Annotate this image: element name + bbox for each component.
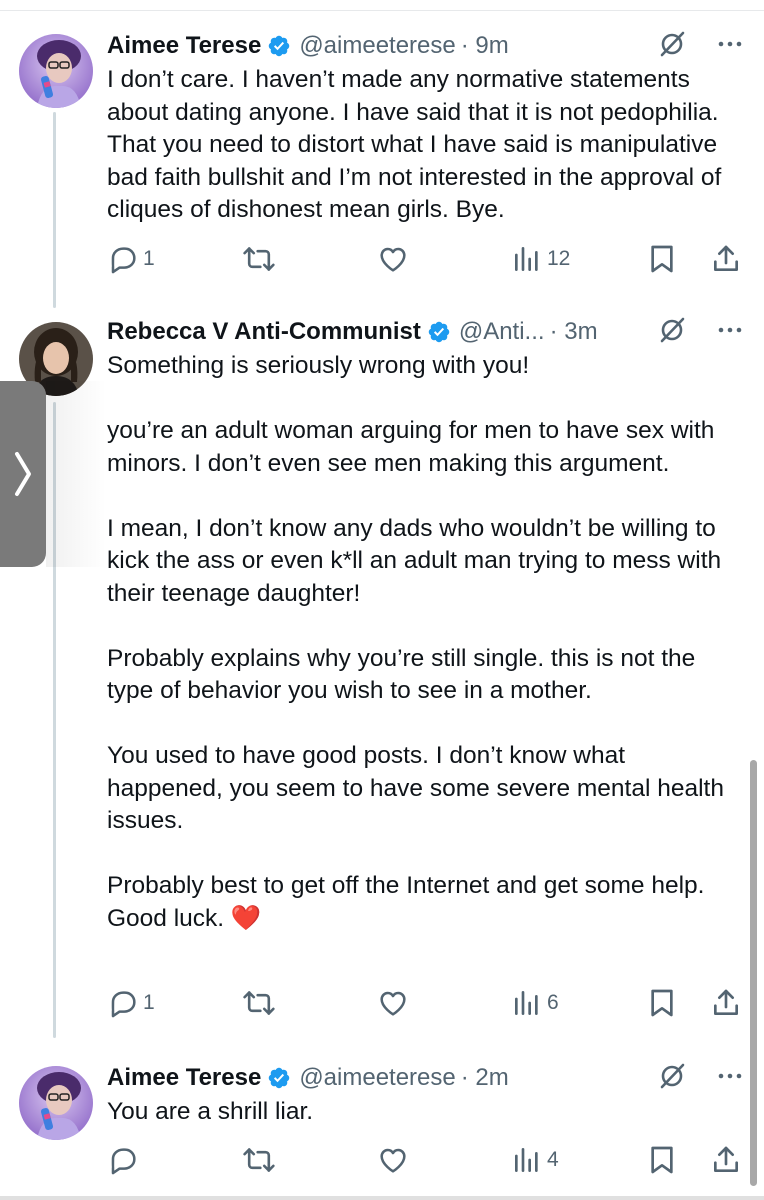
views-count: 12 — [547, 247, 571, 270]
share-icon — [714, 989, 738, 1015]
more-icon[interactable] — [716, 1062, 744, 1095]
bookmark-button[interactable] — [647, 986, 677, 1020]
reply-button[interactable] — [107, 1143, 143, 1177]
reply-icon — [111, 1148, 136, 1175]
author-name[interactable]: Aimee Terese — [107, 32, 261, 60]
retweet-button[interactable] — [242, 1143, 280, 1177]
like-button[interactable] — [376, 1143, 414, 1177]
retweet-icon — [243, 991, 275, 1015]
like-icon — [380, 247, 406, 272]
reply-button[interactable]: 1 — [107, 986, 155, 1020]
tweet-text: Something is seriously wrong with you! y… — [107, 352, 724, 932]
bottom-divider — [0, 1196, 764, 1200]
views-button[interactable]: 12 — [511, 242, 570, 276]
reply-count: 1 — [143, 991, 155, 1014]
chevron-right-icon — [15, 452, 31, 496]
tweet-actions: 1 12 — [107, 242, 743, 276]
verified-badge-icon — [269, 35, 290, 57]
bookmark-button[interactable] — [647, 1143, 677, 1177]
grok-icon[interactable] — [658, 1062, 686, 1095]
author-handle[interactable]: @Anti... — [459, 318, 545, 346]
bookmark-icon — [651, 245, 673, 273]
reply-button[interactable]: 1 — [107, 242, 155, 276]
bookmark-icon — [651, 1146, 673, 1174]
tweet-text: You are a shrill liar. — [107, 1098, 314, 1125]
side-panel-handle[interactable] — [0, 381, 106, 567]
tweet-actions: 4 — [107, 1143, 743, 1177]
share-icon — [714, 1146, 738, 1172]
top-divider — [0, 10, 764, 11]
scrollbar[interactable] — [750, 760, 757, 1186]
retweet-icon — [243, 1148, 275, 1172]
tweet-actions: 1 6 — [107, 986, 743, 1020]
avatar[interactable] — [19, 1066, 93, 1140]
views-count: 6 — [547, 991, 559, 1014]
reply-icon — [111, 247, 136, 274]
grok-icon[interactable] — [658, 30, 686, 63]
share-button[interactable] — [710, 986, 742, 1020]
reply-count: 1 — [143, 247, 155, 270]
author-name[interactable]: Aimee Terese — [107, 1064, 261, 1092]
like-button[interactable] — [376, 242, 414, 276]
views-button[interactable]: 6 — [511, 986, 559, 1020]
more-icon[interactable] — [716, 316, 744, 349]
verified-badge-icon — [269, 1067, 290, 1089]
views-icon — [515, 991, 538, 1015]
bookmark-icon — [651, 989, 673, 1017]
more-icon[interactable] — [716, 30, 744, 63]
retweet-button[interactable] — [242, 986, 280, 1020]
thread-line — [53, 402, 56, 1038]
grok-icon[interactable] — [658, 316, 686, 349]
share-icon — [714, 245, 738, 271]
views-button[interactable]: 4 — [511, 1143, 559, 1177]
views-count: 4 — [547, 1148, 559, 1171]
views-icon — [515, 247, 538, 271]
like-button[interactable] — [376, 986, 414, 1020]
reply-icon — [111, 991, 136, 1018]
timestamp[interactable]: · 3m — [550, 318, 598, 346]
bookmark-button[interactable] — [647, 242, 677, 276]
thread-line — [53, 112, 56, 308]
share-button[interactable] — [710, 242, 742, 276]
author-handle[interactable]: @aimeeterese — [299, 32, 455, 60]
timestamp[interactable]: · 9m — [461, 32, 509, 60]
tweet-text: I don’t care. I haven’t made any normati… — [107, 66, 729, 223]
timestamp[interactable]: · 2m — [461, 1064, 509, 1092]
like-icon — [380, 1148, 406, 1173]
avatar[interactable] — [19, 34, 93, 108]
retweet-button[interactable] — [242, 242, 280, 276]
like-icon — [380, 991, 406, 1016]
views-icon — [515, 1148, 538, 1172]
author-name[interactable]: Rebecca V Anti-Communist — [107, 318, 421, 346]
share-button[interactable] — [710, 1143, 742, 1177]
retweet-icon — [243, 247, 275, 271]
verified-badge-icon — [428, 321, 450, 343]
author-handle[interactable]: @aimeeterese — [299, 1064, 455, 1092]
